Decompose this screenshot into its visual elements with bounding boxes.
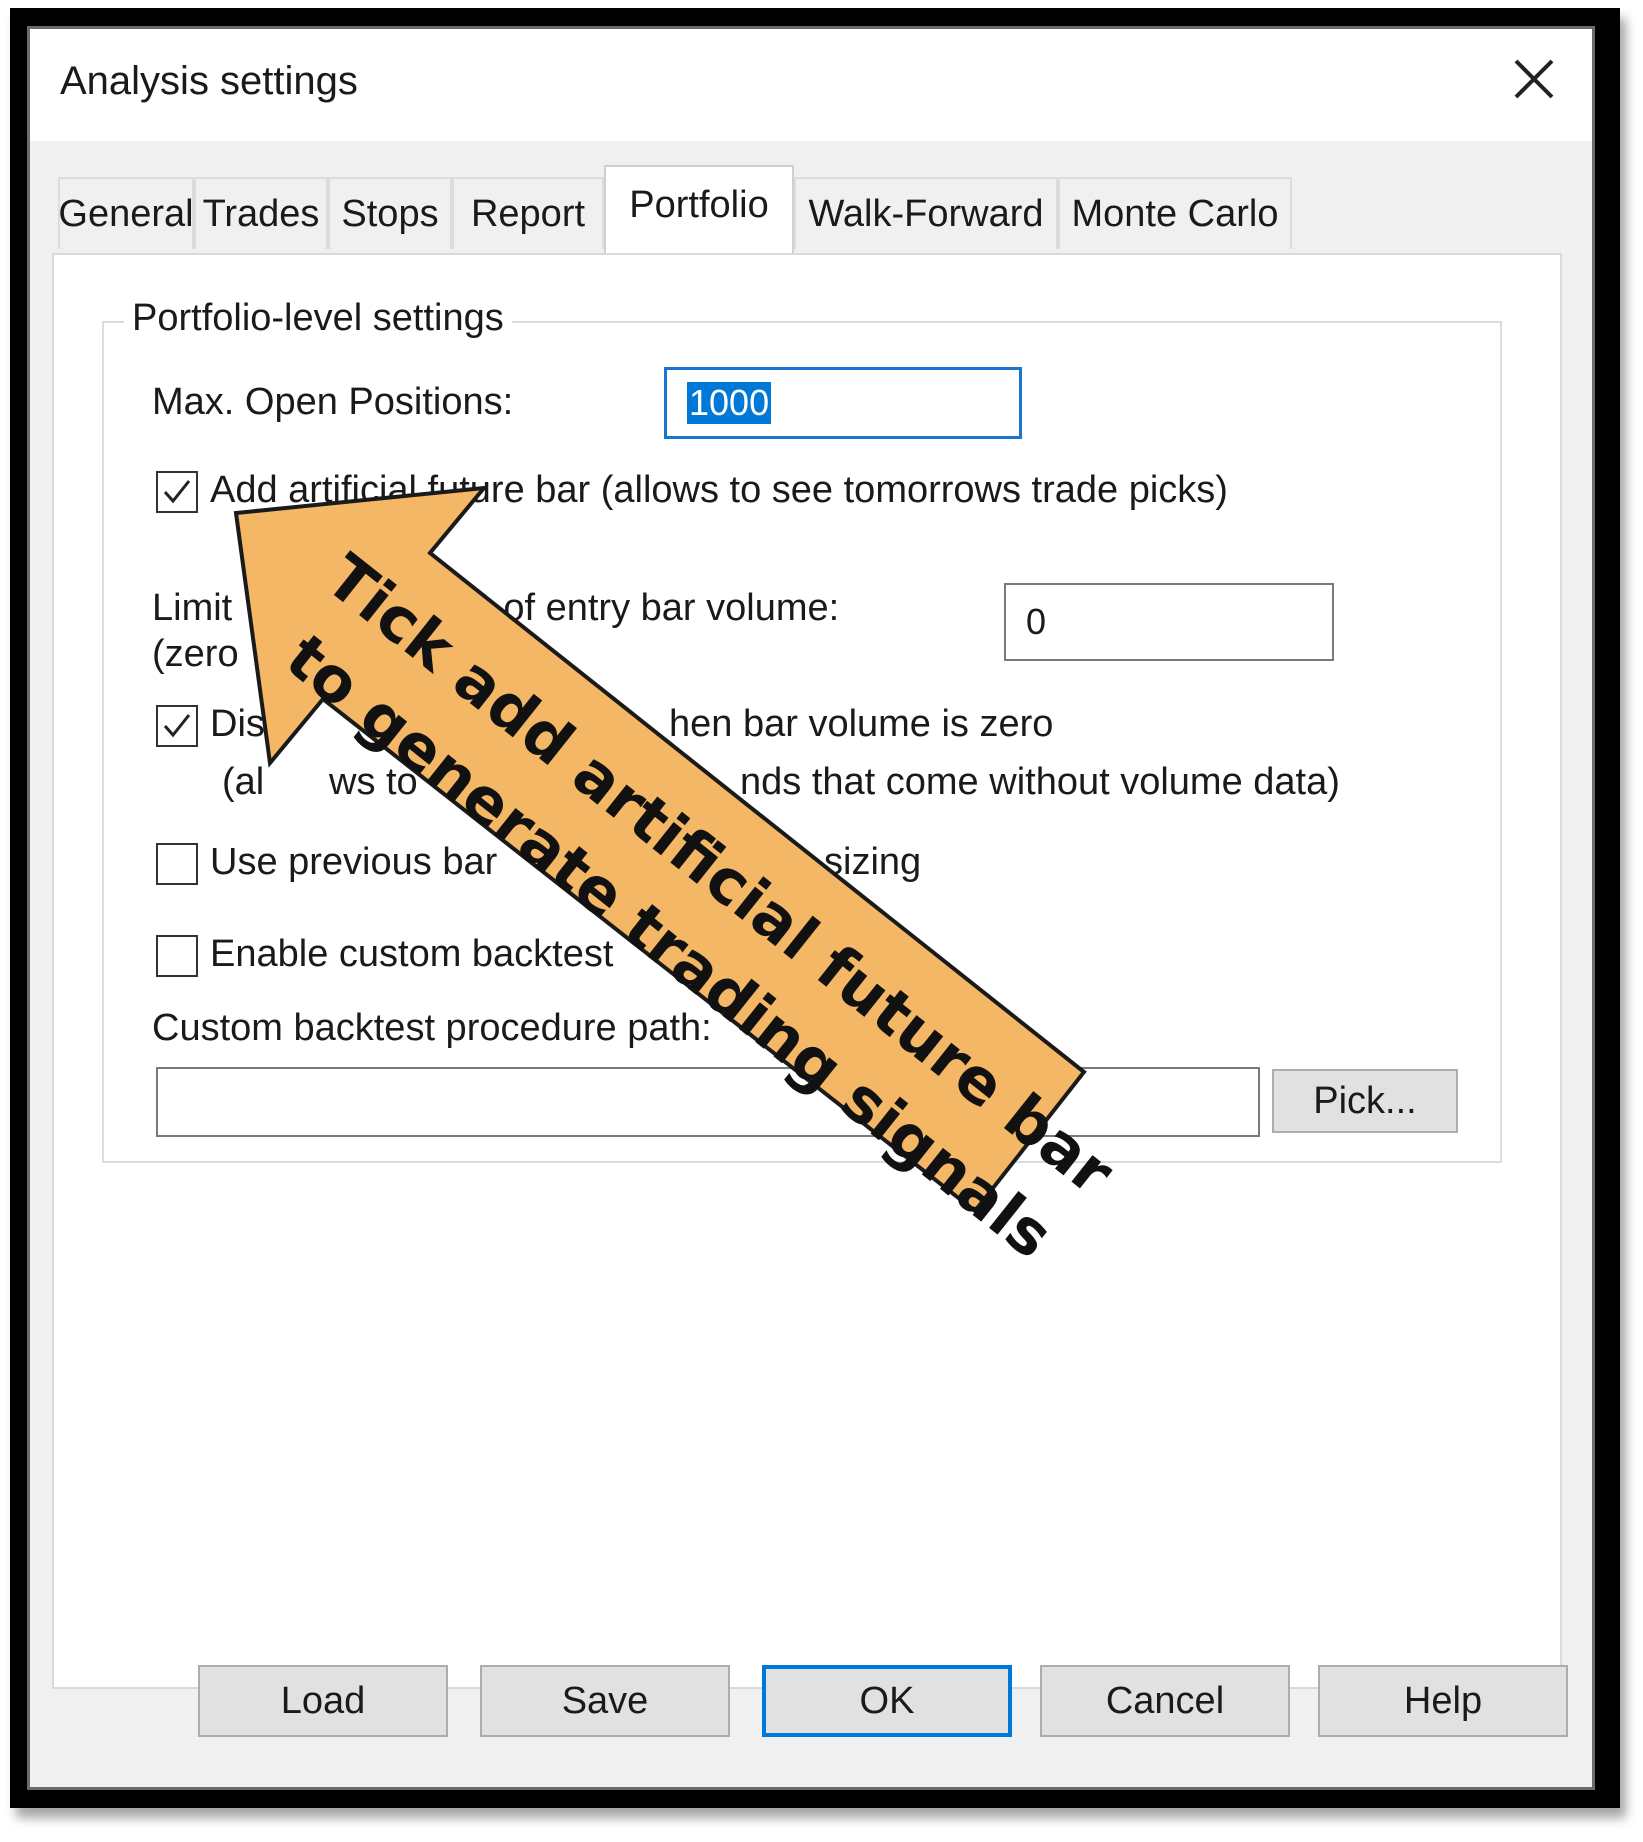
tab-walk-forward[interactable]: Walk-Forward xyxy=(794,177,1058,249)
disable-volume-label-end: hen bar volume is zero xyxy=(669,703,1054,745)
tab-portfolio[interactable]: Portfolio xyxy=(604,165,794,253)
cancel-button[interactable]: Cancel xyxy=(1040,1665,1290,1737)
pick-button[interactable]: Pick... xyxy=(1272,1069,1458,1133)
checkmark-icon xyxy=(163,714,191,738)
save-button[interactable]: Save xyxy=(480,1665,730,1737)
tab-general[interactable]: General xyxy=(58,177,194,249)
use-previous-bar-label-start: Use previous bar xyxy=(210,841,498,883)
disable-volume-label-start: Dis xyxy=(210,703,265,745)
enable-custom-backtest-checkbox[interactable] xyxy=(156,935,198,977)
use-previous-bar-checkbox[interactable] xyxy=(156,843,198,885)
portfolio-level-settings-group: Portfolio-level settings Max. Open Posit… xyxy=(102,297,1502,1163)
add-future-bar-checkbox[interactable] xyxy=(156,471,198,513)
group-title: Portfolio-level settings xyxy=(124,297,512,340)
window-title: Analysis settings xyxy=(60,59,358,103)
tab-report[interactable]: Report xyxy=(452,177,604,249)
checkmark-icon xyxy=(163,480,191,504)
portfolio-tab-panel: Portfolio-level settings Max. Open Posit… xyxy=(52,253,1562,1689)
limit-volume-value: 0 xyxy=(1026,601,1047,642)
use-previous-bar-label-end: sizing xyxy=(824,841,922,883)
tab-stops[interactable]: Stops xyxy=(328,177,452,249)
analysis-settings-dialog: Analysis settings General Trades Stops R… xyxy=(27,26,1595,1790)
ok-button[interactable]: OK xyxy=(762,1665,1012,1737)
limit-label-zero: (zero xyxy=(152,633,239,675)
limit-label-start: Limit xyxy=(152,587,233,629)
enable-custom-backtest-label: Enable custom backtest xyxy=(210,933,614,975)
close-icon xyxy=(1514,59,1554,99)
limit-volume-input[interactable]: 0 xyxy=(1004,583,1334,661)
disable-volume-sub-mid: ws to xyxy=(329,761,418,803)
max-open-positions-label: Max. Open Positions: xyxy=(152,381,514,423)
tab-trades[interactable]: Trades xyxy=(194,177,328,249)
load-button[interactable]: Load xyxy=(198,1665,448,1737)
disable-volume-sub-start: (al xyxy=(222,761,265,803)
tab-monte-carlo[interactable]: Monte Carlo xyxy=(1058,177,1292,249)
limit-label-end: % of entry bar volume: xyxy=(459,587,840,629)
disable-volume-sub-end: nds that come without volume data) xyxy=(740,761,1340,803)
custom-path-label: Custom backtest procedure path: xyxy=(152,1007,712,1049)
max-open-positions-value: 1000 xyxy=(687,382,772,424)
title-bar: Analysis settings xyxy=(30,29,1592,141)
help-button[interactable]: Help xyxy=(1318,1665,1568,1737)
custom-path-input[interactable] xyxy=(156,1067,1260,1137)
disable-volume-checkbox[interactable] xyxy=(156,705,198,747)
close-button[interactable] xyxy=(1506,51,1562,107)
add-future-bar-label: Add artificial future bar (allows to see… xyxy=(210,469,1228,511)
max-open-positions-input[interactable]: 1000 xyxy=(664,367,1022,439)
